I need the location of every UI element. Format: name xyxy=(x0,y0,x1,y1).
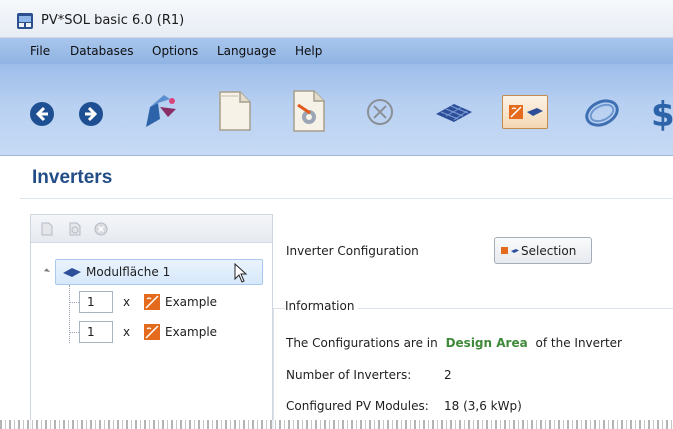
configs-location-text: The Configurations are in Design Area of… xyxy=(286,336,622,350)
inverter-icon xyxy=(144,294,160,310)
menu-options[interactable]: Options xyxy=(152,44,198,58)
window-title: PV*SOL basic 6.0 (R1) xyxy=(41,13,185,28)
configs-prefix: The Configurations are in xyxy=(286,336,438,350)
design-area-link[interactable]: Design Area xyxy=(446,336,528,350)
info-group-border xyxy=(273,308,274,429)
financial-icon: $ xyxy=(651,95,673,134)
cancel-icon xyxy=(367,99,393,125)
forward-icon xyxy=(79,102,103,126)
times-sign: x xyxy=(123,295,131,309)
back-icon xyxy=(30,102,54,126)
document-button[interactable] xyxy=(214,88,254,134)
tree-toolbar xyxy=(31,215,272,243)
tree-connector xyxy=(69,285,70,343)
configured-modules-label: Configured PV Modules: xyxy=(286,399,429,413)
delete-icon[interactable] xyxy=(93,221,109,237)
menu-file[interactable]: File xyxy=(30,44,50,58)
num-inverters-value: 2 xyxy=(444,368,452,382)
mouse-cursor-icon xyxy=(234,263,248,283)
num-inverters-label: Number of Inverters: xyxy=(286,368,412,382)
inverter-button[interactable] xyxy=(502,95,548,129)
tree-child-label[interactable]: Example xyxy=(165,325,217,339)
inverter-icon xyxy=(501,247,519,254)
inverter-configuration-label: Inverter Configuration xyxy=(286,244,419,258)
pv-module-wizard-icon xyxy=(146,95,176,127)
settings-document-button[interactable] xyxy=(288,87,328,135)
menu-databases[interactable]: Databases xyxy=(70,44,134,58)
svg-text:$: $ xyxy=(651,95,673,134)
cut-off-edge xyxy=(0,420,673,429)
quantity-field[interactable]: 1 xyxy=(79,291,113,313)
add-icon[interactable] xyxy=(39,221,55,237)
tree-child-label[interactable]: Example xyxy=(165,295,217,309)
financial-button[interactable]: $ xyxy=(649,90,673,134)
back-button[interactable] xyxy=(29,101,55,127)
selection-button-label: Selection xyxy=(521,244,577,258)
configured-modules-value: 18 (3,6 kWp) xyxy=(444,399,522,413)
pv-module-icon xyxy=(436,104,472,122)
settings-document-icon xyxy=(293,90,325,132)
tree-root-label: Modulfläche 1 xyxy=(86,265,171,279)
tree-connector xyxy=(69,302,79,303)
page-title: Inverters xyxy=(32,167,113,188)
selection-button[interactable]: Selection xyxy=(494,237,592,264)
menu-bar: File Databases Options Language Help xyxy=(0,38,673,64)
document-icon xyxy=(218,91,251,131)
inverter-tree-panel: Modulfläche 1 1 x Example 1 x Example xyxy=(30,214,273,429)
menu-language[interactable]: Language xyxy=(217,44,276,58)
pv-wizard-button[interactable] xyxy=(136,89,180,133)
configs-suffix: of the Inverter xyxy=(535,336,622,350)
pv-module-button[interactable] xyxy=(434,100,474,126)
inverter-icon xyxy=(144,324,160,340)
tree-connector xyxy=(69,332,79,333)
app-logo-icon xyxy=(17,13,33,29)
tree-root-node[interactable]: Modulfläche 1 xyxy=(55,259,263,285)
cancel-button[interactable] xyxy=(366,98,394,126)
menu-help[interactable]: Help xyxy=(295,44,322,58)
title-divider xyxy=(20,198,673,199)
tree-expander-icon[interactable] xyxy=(43,268,51,275)
window-titlebar: PV*SOL basic 6.0 (R1) xyxy=(0,0,673,38)
inverter-icon xyxy=(509,105,543,119)
forward-button[interactable] xyxy=(78,101,104,127)
inverter-details-panel: Inverter Configuration Selection Informa… xyxy=(273,214,673,429)
times-sign: x xyxy=(123,325,131,339)
copy-icon[interactable] xyxy=(67,221,83,237)
cable-button[interactable] xyxy=(582,95,622,131)
quantity-field[interactable]: 1 xyxy=(79,321,113,343)
main-toolbar: $ xyxy=(0,64,673,156)
pv-module-icon xyxy=(63,268,81,277)
cable-icon xyxy=(585,99,619,127)
info-group-title: Information xyxy=(285,299,359,313)
